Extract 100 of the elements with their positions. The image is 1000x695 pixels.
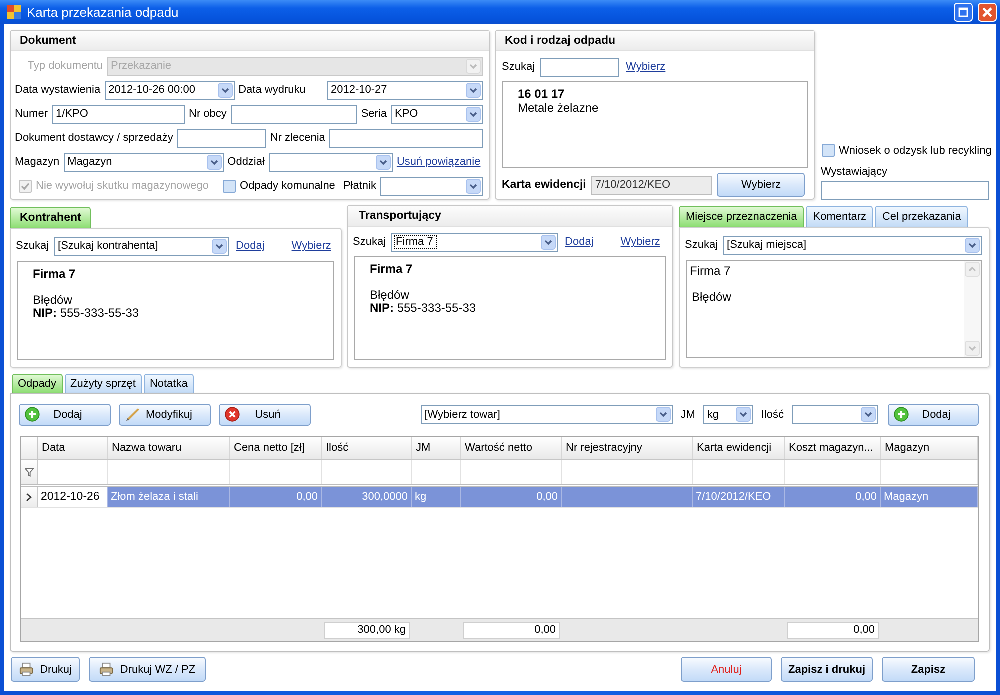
- chevron-down-icon: [218, 82, 233, 98]
- field-label: Nr zlecenia: [270, 132, 326, 144]
- chevron-down-icon: [466, 82, 481, 98]
- contractor-search-dropdown[interactable]: [Szukaj kontrahenta]: [54, 236, 230, 256]
- carrier-search-dropdown[interactable]: Firma 7: [391, 232, 558, 252]
- column-header[interactable]: Nazwa towaru: [108, 437, 230, 459]
- checkbox-label: Wniosek o odzysk lub recykling: [839, 144, 992, 156]
- tab[interactable]: Kontrahent: [10, 207, 92, 228]
- chevron-down-icon: [736, 407, 752, 422]
- chevron-down-icon: [376, 154, 391, 170]
- address-field[interactable]: Firma 7 Błędów: [686, 260, 982, 358]
- order-number-field[interactable]: [329, 128, 483, 148]
- table-cell: 0,00: [461, 487, 562, 507]
- column-header[interactable]: Koszt magazyn...: [785, 437, 881, 459]
- choose-button[interactable]: Wybierz: [717, 173, 806, 197]
- checkbox[interactable]: [822, 144, 835, 157]
- field-label: Nr obcy: [189, 108, 227, 120]
- panel-header: Dokument: [11, 31, 489, 51]
- add-button[interactable]: Dodaj: [888, 404, 979, 426]
- chevron-down-icon: [861, 407, 876, 422]
- table-cell: 7/10/2012/KEO: [693, 487, 785, 507]
- column-header[interactable]: Cena netto [zł]: [230, 437, 322, 459]
- field-label: Karta ewidencji: [502, 179, 586, 191]
- field-label: Oddział: [228, 156, 265, 168]
- field-label: Numer: [15, 108, 48, 120]
- column-header[interactable]: JM: [412, 437, 461, 459]
- series-dropdown[interactable]: KPO: [391, 104, 483, 124]
- date-picker[interactable]: 2012-10-26 00:00: [104, 80, 235, 100]
- field-label: Szukaj: [353, 236, 386, 248]
- checkbox-label: Odpady komunalne: [240, 180, 336, 192]
- field-label: JM: [680, 408, 696, 420]
- checkbox[interactable]: [223, 180, 236, 192]
- toolbar-button[interactable]: Usuń: [219, 404, 311, 426]
- table-cell: kg: [412, 487, 461, 507]
- field-label: Szukaj: [502, 61, 536, 73]
- window-title: Karta przekazania odpadu: [27, 4, 179, 20]
- company-name: Firma 7: [370, 263, 414, 276]
- warehouse-dropdown[interactable]: Magazyn: [64, 152, 224, 172]
- toolbar-button[interactable]: Modyfikuj: [119, 404, 211, 426]
- footer-button[interactable]: Zapisz: [882, 657, 975, 682]
- vertical-scrollbar[interactable]: [964, 261, 981, 357]
- panel-header: Transportujący: [348, 206, 672, 227]
- close-icon[interactable]: [978, 2, 997, 22]
- number-field[interactable]: 1/KPO: [52, 104, 186, 124]
- add-link[interactable]: Dodaj: [236, 240, 265, 252]
- table-row[interactable]: 2012-10-26 Złom żelaza i stali 0,00 300,0000 kg 0,00 7/10/2012/KEO 0,00 Magazyn: [21, 487, 978, 508]
- chevron-down-icon: [206, 154, 222, 170]
- field-label: Ilość: [761, 408, 784, 420]
- plus-circle-icon: [25, 407, 40, 422]
- column-header[interactable]: Karta ewidencji: [693, 437, 785, 459]
- column-header[interactable]: Nr rejestracyjny: [562, 437, 693, 459]
- toolbar-button[interactable]: Dodaj: [19, 404, 111, 426]
- footer-button[interactable]: Drukuj: [11, 657, 80, 682]
- total-value: 0,00: [787, 622, 879, 638]
- tab[interactable]: Odpady: [12, 374, 63, 393]
- search-field[interactable]: [540, 58, 620, 76]
- add-link[interactable]: Dodaj: [565, 236, 594, 248]
- choose-link[interactable]: Wybierz: [620, 236, 660, 248]
- column-header[interactable]: Data: [38, 437, 108, 459]
- column-header[interactable]: Ilość: [322, 437, 412, 459]
- pencil-icon: [125, 407, 140, 422]
- tab[interactable]: Miejsce przeznaczenia: [679, 206, 804, 227]
- tab[interactable]: Cel przekazania: [875, 206, 968, 227]
- footer-button[interactable]: Drukuj WZ / PZ: [89, 657, 206, 682]
- chevron-down-icon: [466, 106, 481, 122]
- filter-icon[interactable]: [24, 468, 34, 476]
- product-dropdown[interactable]: [Wybierz towar]: [420, 405, 673, 424]
- tab[interactable]: Notatka: [144, 374, 194, 393]
- column-header[interactable]: Wartość netto: [461, 437, 562, 459]
- date-picker[interactable]: 2012-10-27: [327, 80, 483, 100]
- chevron-down-icon: [965, 238, 980, 252]
- unit-dropdown[interactable]: kg: [703, 405, 754, 424]
- panel-header: Kod i rodzaj odpadu: [496, 31, 814, 51]
- footer-button[interactable]: Zapisz i drukuj: [781, 657, 873, 682]
- total-value: 300,00 kg: [324, 622, 410, 638]
- field-label: Dokument dostawcy / sprzedaży: [15, 132, 174, 144]
- column-header[interactable]: Magazyn: [881, 437, 978, 459]
- chevron-down-icon: [212, 238, 228, 254]
- quantity-dropdown[interactable]: [792, 405, 878, 424]
- issuer-field[interactable]: [821, 181, 989, 200]
- maximize-icon[interactable]: [954, 2, 973, 22]
- field-label: Szukaj: [685, 239, 718, 251]
- field-label: Szukaj: [16, 240, 50, 252]
- supplier-document-field[interactable]: [177, 128, 266, 148]
- chevron-down-icon: [965, 341, 980, 356]
- payer-dropdown[interactable]: [380, 176, 483, 196]
- table-cell: 2012-10-26: [38, 487, 108, 507]
- table-cell: 0,00: [230, 487, 322, 507]
- field-label: Wystawiający: [821, 166, 889, 178]
- tab[interactable]: Komentarz: [806, 206, 874, 227]
- choose-link[interactable]: Wybierz: [626, 61, 666, 73]
- record-card-field[interactable]: 7/10/2012/KEO: [591, 176, 712, 194]
- branch-dropdown[interactable]: [268, 152, 393, 172]
- external-number-field[interactable]: [230, 104, 358, 124]
- destination-search-dropdown[interactable]: [Szukaj miejsca]: [723, 236, 982, 254]
- company-city: Błędów: [33, 294, 74, 307]
- footer-button[interactable]: Anuluj: [681, 657, 772, 682]
- tab[interactable]: Zużyty sprzęt: [64, 374, 142, 393]
- choose-link[interactable]: Wybierz: [292, 240, 332, 252]
- unlink-link[interactable]: Usuń powiązanie: [396, 156, 481, 168]
